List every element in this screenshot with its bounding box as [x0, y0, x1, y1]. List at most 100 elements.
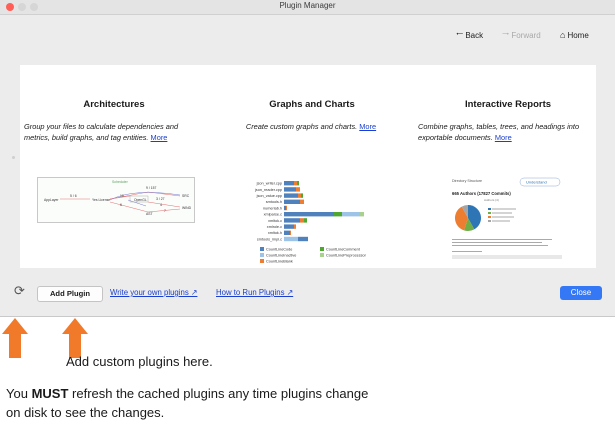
arch-node: WIND: [182, 206, 192, 210]
report-brand: Understand: [526, 180, 547, 185]
card-description: Group your files to calculate dependenci…: [24, 122, 202, 143]
legend-label: CountLineBlank: [266, 260, 293, 264]
more-link[interactable]: More: [495, 133, 512, 142]
close-button[interactable]: Close: [560, 286, 602, 300]
home-label: Home: [567, 30, 589, 40]
architecture-graph: Scheduler AppLayer Yes License OpenGL AS…: [44, 180, 192, 216]
add-custom-annotation: Add custom plugins here.: [66, 354, 213, 369]
card-title: Architectures: [83, 99, 145, 110]
category-label: smtools.h: [266, 200, 282, 204]
more-link[interactable]: More: [359, 122, 376, 131]
arch-header: Scheduler: [112, 180, 129, 184]
bar-segment: [297, 181, 299, 186]
bar-segment: [284, 193, 298, 198]
up-arrow-icon: [62, 318, 88, 358]
arch-node: SRC: [182, 194, 190, 198]
bar-segment: [284, 212, 334, 217]
legend-label: CountLineCode: [266, 248, 292, 252]
forward-button[interactable]: 🠂 Forward: [502, 29, 541, 41]
title-bar: Plugin Manager: [0, 0, 615, 15]
up-arrow-icon: [2, 318, 28, 358]
bar-segment: [290, 230, 291, 235]
arch-edge-label: 7: [164, 209, 166, 213]
refresh-plugins-button[interactable]: ⟳: [14, 283, 25, 298]
bar-segment: [284, 181, 294, 186]
arch-node: AppLayer: [44, 198, 59, 202]
home-icon: ⌂: [560, 30, 566, 40]
carousel-indicator: [12, 156, 15, 159]
report-thumbnail: Directory Structure Understand 665 Autho…: [450, 177, 570, 267]
category-label: json_writer.cpp: [256, 182, 282, 186]
refresh-annotation-prefix: You: [6, 386, 32, 401]
card-description: Combine graphs, tables, trees, and headi…: [418, 122, 596, 143]
card-description-text: Create custom graphs and charts.: [245, 122, 358, 131]
report-preview: Directory Structure Understand 665 Autho…: [452, 177, 562, 259]
more-link[interactable]: More: [151, 133, 168, 142]
report-pie-chart: [455, 205, 481, 231]
legend-swatch: [320, 253, 324, 257]
write-own-plugins-link[interactable]: Write your own plugins ↗: [110, 286, 197, 300]
report-headline: 665 Authors (17827 Commits): [452, 191, 511, 196]
arch-edge-label: 10: [120, 194, 124, 198]
bar-segment: [284, 224, 294, 229]
refresh-icon: ⟳: [14, 283, 25, 298]
bar-segment: [296, 187, 300, 192]
bar-segment: [284, 218, 300, 223]
bar-segment: [300, 199, 304, 204]
arch-node: Yes License: [92, 198, 110, 202]
report-subtitle: Authors (4): [484, 198, 499, 202]
plugin-gallery: Architectures Group your files to calcul…: [20, 65, 596, 268]
back-button[interactable]: 🠀 Back: [456, 29, 483, 41]
legend-swatch: [260, 253, 264, 257]
plugin-manager-window: Plugin Manager 🠀 Back 🠂 Forward ⌂ Home A…: [0, 0, 615, 317]
category-label: xmltok.h: [268, 231, 282, 235]
card-title: Interactive Reports: [464, 99, 552, 110]
category-label: numeriab.h: [263, 206, 282, 210]
report-header: Directory Structure: [452, 179, 482, 183]
legend-swatch: [260, 259, 264, 263]
bar-segment: [334, 212, 342, 217]
arch-edge-label: 9 / 157: [146, 186, 156, 190]
refresh-annotation: You MUST refresh the cached plugins any …: [6, 384, 386, 422]
bar-segment: [298, 236, 308, 242]
arch-edge-label: 4: [160, 203, 162, 207]
window-title: Plugin Manager: [279, 1, 336, 10]
card-title: Graphs and Charts: [269, 99, 355, 110]
bar-segment: [304, 218, 307, 223]
legend-swatch: [260, 247, 264, 251]
category-label: xmltok.c: [268, 219, 282, 223]
legend-label: CountLineComment: [326, 248, 361, 252]
bar-segment: [284, 205, 286, 211]
legend-swatch: [320, 247, 324, 251]
add-plugin-button[interactable]: Add Plugin: [37, 286, 103, 302]
stacked-bar-preview: json_writer.cpp json_reader.cpp json_value…: [254, 181, 367, 264]
category-label: xmlrole.c: [267, 225, 282, 229]
category-label: xmlparse.c: [264, 213, 282, 217]
refresh-annotation-emphasis: MUST: [31, 386, 69, 401]
bar-segment: [301, 193, 303, 198]
bar-segment: [284, 230, 290, 235]
arch-node: OpenGL: [134, 198, 147, 202]
arch-node: AST: [146, 212, 153, 216]
arch-edge-label: 3 / 27: [156, 197, 165, 201]
card-description: Create custom graphs and charts. More: [222, 122, 400, 133]
forward-arrow-icon: 🠂: [502, 29, 510, 39]
bar-segment: [298, 193, 301, 198]
bar-segment: [294, 181, 297, 186]
arch-edge-label: 5 / 6: [70, 194, 77, 198]
back-arrow-icon: 🠀: [456, 29, 464, 39]
back-label: Back: [465, 30, 484, 40]
how-to-run-plugins-link[interactable]: How to Run Plugins ↗: [216, 286, 293, 300]
home-button[interactable]: ⌂ Home: [560, 29, 589, 41]
category-label: json_value.cpp: [256, 194, 282, 198]
legend-label: CountLinePreprocessor: [326, 254, 367, 258]
forward-label: Forward: [511, 30, 541, 40]
bar-segment: [300, 218, 304, 223]
graph-thumbnail: json_writer.cpp json_reader.cpp json_value…: [230, 177, 400, 267]
bar-segment: [284, 236, 298, 242]
bar-segment: [286, 205, 287, 211]
bar-segment: [360, 212, 364, 217]
architecture-thumbnail: Scheduler AppLayer Yes License OpenGL AS…: [37, 177, 195, 223]
bar-segment: [342, 212, 360, 217]
bar-segment: [284, 199, 300, 204]
